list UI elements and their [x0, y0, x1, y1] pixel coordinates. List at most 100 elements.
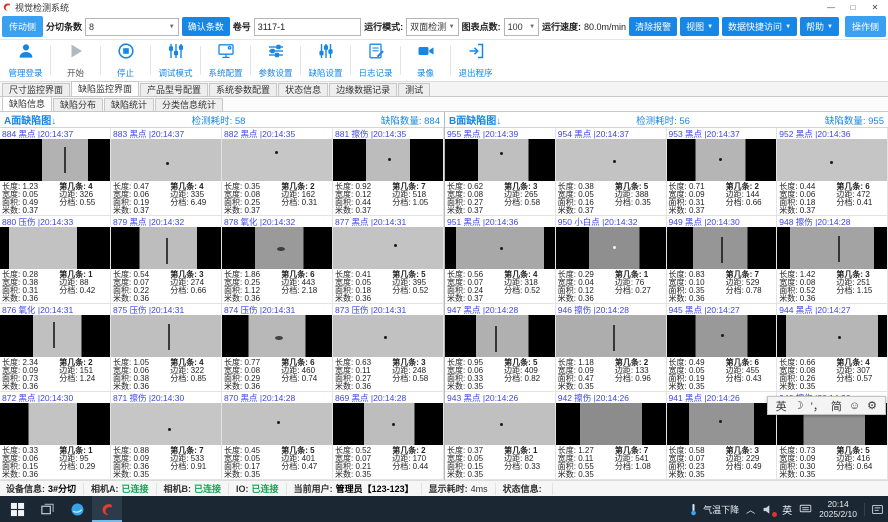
defect-cell[interactable]: 943 黑点 |20:14:26长度: 0.37宽度: 0.05面积: 0.15…: [445, 392, 556, 480]
defect-info: 长度: 1.86宽度: 0.25面积: 1.12米数: 0.36第几条: 6边距…: [222, 269, 332, 303]
defect-cell[interactable]: 876 氧化 |20:14:31长度: 2.34宽度: 0.09面积: 0.73…: [0, 304, 111, 392]
main-tab-0[interactable]: 尺寸监控界面: [2, 83, 70, 96]
sub-tab-3[interactable]: 分类信息统计: [155, 98, 223, 111]
toolbar-button-param-settings[interactable]: 参数设置: [252, 40, 299, 81]
weather-widget[interactable]: 气温下降: [687, 503, 739, 516]
browser-app-icon[interactable]: [62, 496, 92, 522]
task-view-icon[interactable]: [32, 496, 62, 522]
roll-number-input[interactable]: 3117-1: [254, 18, 361, 36]
data-quick-access-menu-button[interactable]: 数据快捷访问▼: [722, 17, 797, 36]
help-menu-button[interactable]: 帮助▼: [800, 17, 839, 36]
toolbar-button-log-record[interactable]: 日志记录: [352, 40, 399, 81]
ime-simplified[interactable]: 简: [831, 398, 842, 414]
drive-side-button[interactable]: 传动侧: [2, 16, 43, 37]
toolbar-button-start[interactable]: 开始: [52, 40, 99, 81]
status-value: 4ms: [471, 484, 488, 494]
defect-image: [667, 315, 777, 357]
minimize-button[interactable]: —: [820, 3, 842, 12]
defect-cell[interactable]: 949 黑点 |20:14:30长度: 0.83宽度: 0.10面积: 0.35…: [667, 216, 778, 304]
defect-cell[interactable]: 945 黑点 |20:14:27长度: 0.49宽度: 0.05面积: 0.19…: [667, 304, 778, 392]
touch-keyboard-icon[interactable]: [799, 502, 812, 517]
toolbar-button-stop[interactable]: 停止: [102, 40, 149, 81]
toolbar-button-exit-program[interactable]: 退出程序: [452, 40, 499, 81]
defect-cell[interactable]: 950 小白点 |20:14:32长度: 0.29宽度: 0.04面积: 0.1…: [556, 216, 667, 304]
defect-cell[interactable]: 882 黑点 |20:14:35长度: 0.35宽度: 0.08面积: 0.25…: [222, 128, 333, 216]
defect-info-right: 第几条: 4边距: 307分档: 0.57: [836, 359, 885, 391]
defect-cell[interactable]: 881 擦伤 |20:14:35长度: 0.92宽度: 0.12面积: 0.44…: [333, 128, 444, 216]
view-menu-button[interactable]: 视图▼: [680, 17, 719, 36]
defect-cell[interactable]: 880 压伤 |20:14:33长度: 0.28宽度: 0.38面积: 0.31…: [0, 216, 111, 304]
volume-icon[interactable]: [762, 503, 775, 516]
ime-moon[interactable]: ☽: [794, 399, 804, 412]
toolbar-button-defect-settings[interactable]: 缺陷设置: [302, 40, 349, 81]
defect-cell[interactable]: 884 黑点 |20:14:37长度: 1.23宽度: 0.05面积: 0.49…: [0, 128, 111, 216]
maximize-button[interactable]: □: [842, 3, 864, 12]
toolbar-button-debug-mode[interactable]: 调试模式: [152, 40, 199, 81]
defect-cell[interactable]: 952 黑点 |20:14:36长度: 0.44宽度: 0.06面积: 0.18…: [777, 128, 888, 216]
defect-meters: 米数: 0.35: [558, 471, 615, 479]
defect-cell[interactable]: 951 黑点 |20:14:36长度: 0.56宽度: 0.07面积: 0.24…: [445, 216, 556, 304]
start-button-icon[interactable]: [2, 496, 32, 522]
main-tab-6[interactable]: 测试: [398, 83, 430, 96]
defect-cell[interactable]: 883 黑点 |20:14:37长度: 0.47宽度: 0.06面积: 0.19…: [111, 128, 222, 216]
defect-cell[interactable]: 871 擦伤 |20:14:30长度: 0.88宽度: 0.09面积: 0.36…: [111, 392, 222, 480]
defect-cell[interactable]: 954 黑点 |20:14:37长度: 0.38宽度: 0.05面积: 0.16…: [556, 128, 667, 216]
defect-mark: [721, 334, 724, 337]
run-mode-select[interactable]: 双面检测 ▼: [406, 18, 459, 36]
clear-alarm-button[interactable]: 清除报警: [629, 17, 677, 36]
defect-info-right: 第几条: 1边距: 88分档: 0.42: [59, 271, 108, 303]
ime-emoji[interactable]: ☺: [849, 400, 860, 412]
sub-tab-1[interactable]: 缺陷分布: [53, 98, 103, 111]
defect-cell[interactable]: 874 压伤 |20:14:31长度: 0.77宽度: 0.08面积: 0.29…: [222, 304, 333, 392]
main-tab-1[interactable]: 缺陷监控界面: [71, 81, 139, 96]
defect-cell[interactable]: 878 氧化 |20:14:32长度: 1.86宽度: 0.25面积: 1.12…: [222, 216, 333, 304]
ime-punct[interactable]: ’，: [810, 398, 823, 414]
defect-cell[interactable]: 942 擦伤 |20:14:26长度: 1.27宽度: 0.11面积: 0.55…: [556, 392, 667, 480]
defect-cell-header: 943 黑点 |20:14:26: [445, 392, 555, 403]
toolbar-button-system-config[interactable]: 系统配置: [202, 40, 249, 81]
defect-grade: 分档: 0.57: [836, 375, 885, 383]
main-tab-3[interactable]: 系统参数配置: [209, 83, 277, 96]
defect-meters: 米数: 0.35: [113, 471, 170, 479]
defect-cell[interactable]: 941 黑点 |20:14:26长度: 0.58宽度: 0.07面积: 0.23…: [667, 392, 778, 480]
clock-time: 20:14: [819, 499, 857, 509]
defect-cell[interactable]: 953 黑点 |20:14:37长度: 0.71宽度: 0.09面积: 0.31…: [667, 128, 778, 216]
debug-mode-icon: [167, 42, 185, 65]
defect-cell[interactable]: 875 压伤 |20:14:31长度: 1.05宽度: 0.06面积: 0.38…: [111, 304, 222, 392]
main-tab-5[interactable]: 边缘数据记录: [329, 83, 397, 96]
defect-cell[interactable]: 947 黑点 |20:14:28长度: 0.95宽度: 0.06面积: 0.33…: [445, 304, 556, 392]
defect-cell[interactable]: 872 黑点 |20:14:30长度: 0.33宽度: 0.06面积: 0.15…: [0, 392, 111, 480]
defect-cell[interactable]: 870 黑点 |20:14:28长度: 0.45宽度: 0.05面积: 0.17…: [222, 392, 333, 480]
defect-info-left: 长度: 0.45宽度: 0.05面积: 0.17米数: 0.35: [224, 447, 281, 479]
ime-lang[interactable]: 英: [776, 398, 787, 414]
defect-info-right: 第几条: 2边距: 162分档: 0.31: [281, 183, 330, 215]
defect-cell[interactable]: 955 黑点 |20:14:39长度: 0.62宽度: 0.08面积: 0.27…: [445, 128, 556, 216]
taskbar-clock[interactable]: 20:14 2025/2/10: [819, 499, 857, 519]
tray-expand-icon[interactable]: ︿: [746, 503, 755, 516]
main-tab-2[interactable]: 产品型号配置: [140, 83, 208, 96]
defect-cell[interactable]: 877 黑点 |20:14:31长度: 0.41宽度: 0.05面积: 0.18…: [333, 216, 444, 304]
defect-cell[interactable]: 946 擦伤 |20:14:28长度: 1.18宽度: 0.09面积: 0.47…: [556, 304, 667, 392]
action-center-icon[interactable]: [864, 503, 884, 516]
defect-cell[interactable]: 948 擦伤 |20:14:28长度: 1.42宽度: 0.08面积: 0.52…: [777, 216, 888, 304]
main-tab-4[interactable]: 状态信息: [278, 83, 328, 96]
confirm-count-button[interactable]: 确认条数: [182, 17, 230, 36]
close-button[interactable]: ✕: [864, 3, 886, 12]
defect-cell[interactable]: 873 压伤 |20:14:31长度: 0.63宽度: 0.11面积: 0.27…: [333, 304, 444, 392]
defect-info: 长度: 0.35宽度: 0.08面积: 0.25米数: 0.37第几条: 2边距…: [222, 181, 332, 215]
ime-settings[interactable]: ⚙: [867, 399, 877, 412]
toolbar-button-admin-login[interactable]: 管理登录: [2, 40, 49, 81]
panel-header: B面缺陷图↓检测耗时: 56缺陷数量: 955: [445, 112, 888, 128]
slit-count-select[interactable]: 8 ▼: [85, 18, 179, 36]
sub-tab-2[interactable]: 缺陷统计: [104, 98, 154, 111]
chart-points-select[interactable]: 100 ▼: [504, 18, 539, 36]
defect-mark: [613, 160, 616, 163]
defect-cell[interactable]: 944 黑点 |20:14:27长度: 0.66宽度: 0.08面积: 0.26…: [777, 304, 888, 392]
defect-cell[interactable]: 869 黑点 |20:14:28长度: 0.52宽度: 0.07面积: 0.21…: [333, 392, 444, 480]
defect-cell[interactable]: 879 黑点 |20:14:32长度: 0.54宽度: 0.07面积: 0.22…: [111, 216, 222, 304]
operator-side-button[interactable]: 操作侧: [845, 16, 886, 37]
ime-indicator[interactable]: 英: [782, 502, 792, 517]
sub-tab-0[interactable]: 缺陷信息: [2, 96, 52, 111]
inspection-app-icon[interactable]: [92, 496, 122, 522]
toolbar-button-recording[interactable]: 录像: [402, 40, 449, 81]
